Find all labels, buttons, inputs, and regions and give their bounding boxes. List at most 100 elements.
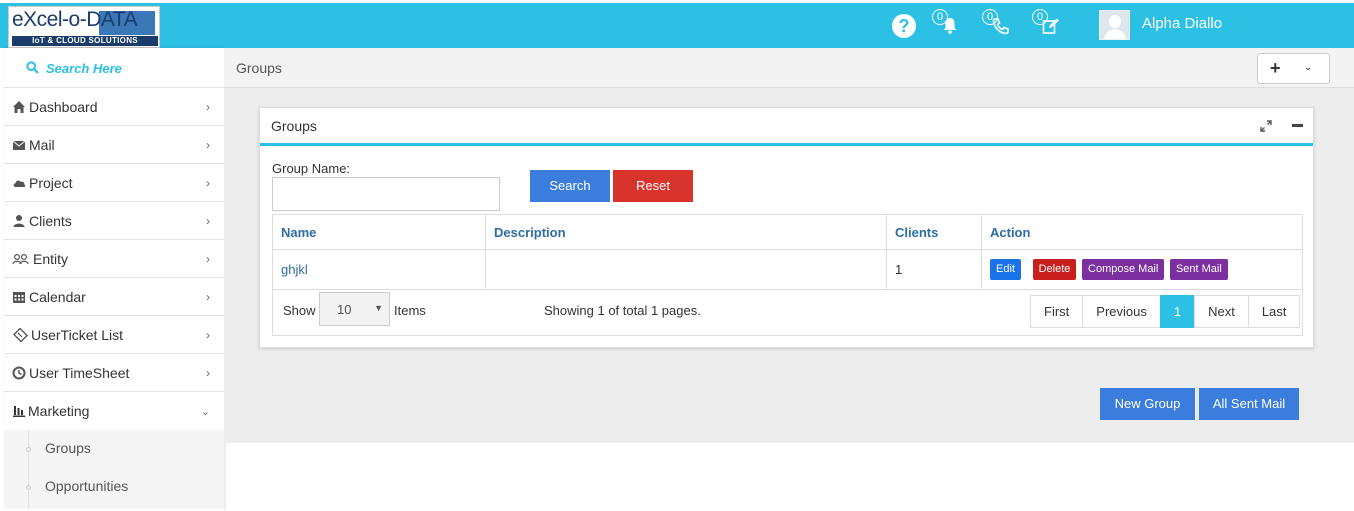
sidebar-item-user-timesheet[interactable]: User TimeSheet › <box>4 354 224 392</box>
avatar[interactable] <box>1099 10 1130 40</box>
submenu-item-label: Opportunities <box>45 478 129 494</box>
chevron-right-icon: › <box>206 252 210 266</box>
question-circle-icon[interactable]: ? <box>892 14 916 38</box>
caret-down-icon: ▼ <box>374 303 383 313</box>
expand-icon[interactable] <box>1260 120 1272 132</box>
column-header-description[interactable]: Description <box>485 214 887 250</box>
chevron-right-icon: › <box>206 328 210 342</box>
groups-table: Name Description Clients Action ghjkl 1 … <box>272 214 1303 290</box>
groups-portlet: Groups Group Name: Search Reset Name Des… <box>259 107 1314 348</box>
notification-phone[interactable]: 0 <box>982 9 1016 39</box>
sidebar-search[interactable]: Search Here <box>4 48 224 88</box>
pager-page-1[interactable]: 1 <box>1159 295 1196 328</box>
search-button[interactable]: Search <box>530 170 610 202</box>
plus-icon: + <box>1270 58 1281 78</box>
submenu-item-opportunities[interactable]: Opportunities <box>4 468 224 506</box>
pager-next[interactable]: Next <box>1194 295 1249 328</box>
cloud-icon <box>13 180 26 187</box>
page-bar: Groups + ⌄ <box>224 48 1354 88</box>
sidebar-item-calendar[interactable]: Calendar › <box>4 278 224 316</box>
search-icon <box>26 61 39 74</box>
pagination: First Previous 1 Next Last <box>1030 295 1301 328</box>
sidebar-item-label: Project <box>29 175 73 191</box>
sidebar-item-label: Calendar <box>29 289 86 305</box>
new-group-button[interactable]: New Group <box>1100 388 1195 420</box>
chevron-right-icon: › <box>206 366 210 380</box>
logo-tagline: IoT & CLOUD SOLUTIONS <box>12 36 158 46</box>
pager-last[interactable]: Last <box>1247 295 1301 328</box>
sidebar-item-label: Entity <box>33 251 69 267</box>
clock-icon <box>12 366 26 380</box>
sidebar-item-entity[interactable]: Entity › <box>4 240 224 278</box>
sidebar-item-label: Mail <box>29 137 55 153</box>
users-icon <box>12 253 29 265</box>
bell-icon <box>943 18 957 34</box>
sent-mail-button[interactable]: Sent Mail <box>1169 259 1228 280</box>
group-name-link[interactable]: ghjkl <box>281 262 308 277</box>
group-name-input[interactable] <box>272 177 500 211</box>
chevron-down-icon: ⌄ <box>1304 62 1313 73</box>
group-clients-count: 1 <box>886 249 982 290</box>
collapse-icon[interactable] <box>1292 124 1303 127</box>
envelope-icon <box>12 140 26 150</box>
delete-button[interactable]: Delete <box>1032 259 1077 280</box>
chevron-right-icon: › <box>206 214 210 228</box>
phone-icon <box>992 18 1009 35</box>
sidebar-item-label: Dashboard <box>29 99 98 115</box>
row-actions: Edit Delete Compose Mail Sent Mail <box>981 249 1303 290</box>
submenu-item-label: Groups <box>45 440 91 456</box>
group-description <box>485 249 887 290</box>
home-icon <box>13 101 25 113</box>
items-label: Items <box>394 303 426 318</box>
calendar-icon <box>13 292 25 303</box>
pager-previous[interactable]: Previous <box>1082 295 1161 328</box>
portlet-header: Groups <box>260 108 1313 146</box>
portlet-title: Groups <box>271 118 317 134</box>
search-placeholder: Search Here <box>46 61 122 76</box>
bullet-icon <box>26 447 31 452</box>
user-name[interactable]: Alpha Diallo <box>1142 15 1222 32</box>
notification-bell[interactable]: 0 <box>932 9 966 39</box>
bar-chart-icon <box>13 406 25 417</box>
company-logo[interactable]: eXcel-o-DATA IoT & CLOUD SOLUTIONS <box>8 6 160 48</box>
page-size-select[interactable]: 10 ▼ <box>319 292 390 326</box>
bullet-icon <box>26 485 31 490</box>
edit-button[interactable]: Edit <box>990 259 1021 280</box>
chevron-right-icon: › <box>206 176 210 190</box>
user-icon <box>13 215 25 227</box>
sidebar-item-clients[interactable]: Clients › <box>4 202 224 240</box>
chevron-down-icon: ⌄ <box>200 406 210 418</box>
column-header-action: Action <box>981 214 1303 250</box>
breadcrumb[interactable]: Groups <box>236 60 282 76</box>
column-header-name[interactable]: Name <box>272 214 486 250</box>
table-row: ghjkl 1 Edit Delete Compose Mail Sent Ma… <box>272 249 1303 290</box>
chevron-right-icon: › <box>206 290 210 304</box>
all-sent-mail-button[interactable]: All Sent Mail <box>1199 388 1299 420</box>
sidebar-item-label: User TimeSheet <box>29 365 130 381</box>
table-footer: Show 10 ▼ Items Showing 1 of total 1 pag… <box>272 288 1303 336</box>
chevron-right-icon: › <box>206 100 210 114</box>
ticket-icon <box>13 328 28 342</box>
notification-edit[interactable]: 0 <box>1032 9 1066 39</box>
sidebar-item-label: Clients <box>29 213 72 229</box>
table-header-row: Name Description Clients Action <box>272 214 1303 250</box>
sidebar-item-project[interactable]: Project › <box>4 164 224 202</box>
sidebar: Search Here Dashboard › Mail › Project ›… <box>4 48 224 511</box>
sidebar-item-userticket-list[interactable]: UserTicket List › <box>4 316 224 354</box>
show-label: Show <box>283 303 316 318</box>
page-size-value: 10 <box>337 302 352 317</box>
showing-status: Showing 1 of total 1 pages. <box>544 303 701 318</box>
compose-mail-button[interactable]: Compose Mail <box>1082 259 1165 280</box>
reset-button[interactable]: Reset <box>613 170 693 202</box>
chevron-right-icon: › <box>206 138 210 152</box>
column-header-clients[interactable]: Clients <box>886 214 982 250</box>
submenu-item-groups[interactable]: Groups <box>4 430 224 468</box>
pager-first[interactable]: First <box>1030 295 1084 328</box>
sidebar-item-marketing[interactable]: Marketing ⌄ <box>4 392 224 430</box>
edit-icon <box>1042 18 1059 34</box>
sidebar-item-mail[interactable]: Mail › <box>4 126 224 164</box>
sidebar-item-label: UserTicket List <box>31 327 124 343</box>
sidebar-item-dashboard[interactable]: Dashboard › <box>4 88 224 126</box>
add-dropdown-button[interactable]: + ⌄ <box>1257 53 1330 84</box>
group-name-label: Group Name: <box>272 161 351 176</box>
